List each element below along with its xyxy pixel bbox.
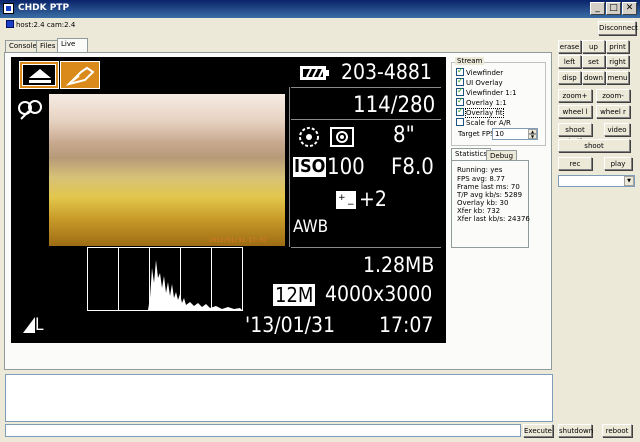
checkbox-box[interactable]	[456, 86, 464, 96]
shots-remaining: 114/280	[353, 93, 436, 118]
fps-spinner[interactable]: 10 ▲ ▼	[492, 128, 538, 140]
command-input[interactable]	[5, 424, 521, 437]
print-button[interactable]: print	[606, 40, 629, 53]
checkbox-overlay-fit[interactable]: Overlay fit	[456, 106, 504, 118]
checkbox-label: Scale for A/R	[466, 119, 511, 127]
preview-date-stamp: 2013/01/31 17:07	[209, 237, 267, 244]
macro-icon	[18, 100, 42, 120]
checkbox-box[interactable]	[456, 118, 464, 126]
exposure-comp-value: +2	[359, 187, 387, 211]
execute-button[interactable]: Execute	[523, 424, 553, 437]
title-bar: CHDK PTP _ □ ✕	[0, 0, 640, 18]
checkbox-viewfinder-1-1[interactable]: Viewfinder 1:1	[456, 86, 517, 97]
up-button[interactable]: up	[582, 40, 605, 53]
image-number: 203-4881	[341, 60, 432, 84]
quality-label: L	[35, 315, 44, 335]
svg-text:+: +	[338, 193, 346, 203]
wheel-right-button[interactable]: wheel r	[596, 105, 630, 118]
erase-button[interactable]: erase	[558, 40, 581, 53]
white-balance: AWB	[293, 217, 329, 237]
video-button[interactable]: video	[604, 123, 630, 136]
spin-down-icon[interactable]: ▼	[528, 134, 537, 139]
iso-label: ISO	[293, 156, 327, 177]
shutdown-button[interactable]: shutdown	[558, 424, 593, 437]
resolution: 4000x3000	[325, 282, 433, 306]
close-button[interactable]: ✕	[622, 2, 637, 15]
svg-text:−: −	[347, 200, 355, 210]
live-view[interactable]: 2013/01/31 17:07 203-4881 114/280 8" ISO…	[11, 57, 446, 343]
divider	[291, 247, 441, 248]
checkbox-label: Overlay 1:1	[466, 99, 507, 107]
tab-live[interactable]: Live	[57, 38, 88, 53]
histogram	[87, 247, 243, 311]
checkbox-label: Overlay fit	[465, 108, 504, 118]
hand-icon	[65, 66, 95, 86]
date-display: '13/01/31	[245, 313, 336, 337]
checkbox-label: Viewfinder	[466, 69, 504, 77]
af-frame-icon	[330, 127, 354, 147]
divider	[291, 87, 441, 88]
host-info-text: host:2.4 cam:2.4	[16, 21, 76, 29]
file-size: 1.28MB	[363, 253, 435, 277]
shoot-button[interactable]: shoot	[558, 139, 630, 152]
megapixel-badge: 12M	[273, 283, 316, 307]
stabilizer-tile	[60, 61, 100, 89]
wheel-left-button[interactable]: wheel l	[558, 105, 592, 118]
checkbox-box[interactable]	[456, 96, 464, 106]
app-icon	[3, 3, 14, 14]
set-button[interactable]: set	[582, 55, 605, 68]
fps-label: Target FPS	[458, 130, 495, 138]
reboot-button[interactable]: reboot	[602, 424, 632, 437]
stat-tp-avg: T/P avg kb/s: 5289	[457, 191, 523, 199]
battery-icon	[300, 66, 329, 80]
mode-tile	[19, 61, 59, 89]
zoom-in-button[interactable]: zoom+	[558, 89, 592, 102]
disconnect-button[interactable]: Disconnect	[598, 21, 638, 35]
down-button[interactable]: down	[582, 71, 605, 84]
checkbox-box[interactable]	[456, 106, 464, 116]
checkbox-scale-ar[interactable]: Scale for A/R	[456, 118, 511, 127]
right-button[interactable]: right	[606, 55, 629, 68]
disp-button[interactable]: disp	[558, 71, 581, 84]
console-output[interactable]	[5, 374, 553, 422]
tab-files[interactable]: Files	[36, 40, 60, 52]
stat-frame-last: Frame last ms: 70	[457, 183, 520, 191]
iso-value: 100	[327, 155, 365, 180]
host-info: host:2.4 cam:2.4	[6, 20, 75, 29]
left-button[interactable]: left	[558, 55, 581, 68]
checkbox-label: Viewfinder 1:1	[466, 89, 517, 97]
checkbox-box[interactable]	[456, 76, 464, 86]
shutter-speed: 8"	[393, 123, 415, 148]
script-dropdown[interactable]: ▼	[558, 175, 635, 187]
divider	[291, 119, 441, 120]
shoot-half-button[interactable]: shoot half	[558, 123, 592, 146]
stat-fps-avg: FPS avg: 8.77	[457, 175, 505, 183]
chevron-down-icon[interactable]: ▼	[624, 176, 634, 186]
time-display: 17:07	[379, 313, 434, 337]
zoom-out-button[interactable]: zoom-	[596, 89, 630, 102]
histogram-curve	[148, 260, 242, 310]
stat-xfer-last: Xfer last kb/s: 24376	[457, 215, 530, 223]
rec-button[interactable]: rec	[558, 157, 592, 170]
checkbox-box[interactable]	[456, 66, 464, 76]
window-title: CHDK PTP	[18, 3, 70, 13]
aperture-value: F8.0	[391, 155, 434, 180]
stat-xfer-kb: Xfer kb: 732	[457, 207, 501, 215]
stream-group-label: Stream	[455, 57, 485, 65]
maximize-button[interactable]: □	[606, 2, 621, 15]
connection-icon	[6, 20, 14, 28]
metering-icon	[299, 127, 319, 147]
divider	[289, 87, 290, 247]
eject-icon	[22, 64, 56, 86]
fps-value[interactable]: 10	[495, 130, 504, 138]
play-button[interactable]: play	[604, 157, 632, 170]
stat-running: Running: yes	[457, 166, 503, 174]
checkbox-label: UI Overlay	[466, 79, 503, 87]
minimize-button[interactable]: _	[590, 2, 605, 15]
preview-image: 2013/01/31 17:07	[49, 94, 285, 246]
stat-overlay-kb: Overlay kb: 30	[457, 199, 509, 207]
menu-button[interactable]: menu	[606, 71, 629, 84]
exposure-comp-icon: +−	[336, 191, 356, 210]
